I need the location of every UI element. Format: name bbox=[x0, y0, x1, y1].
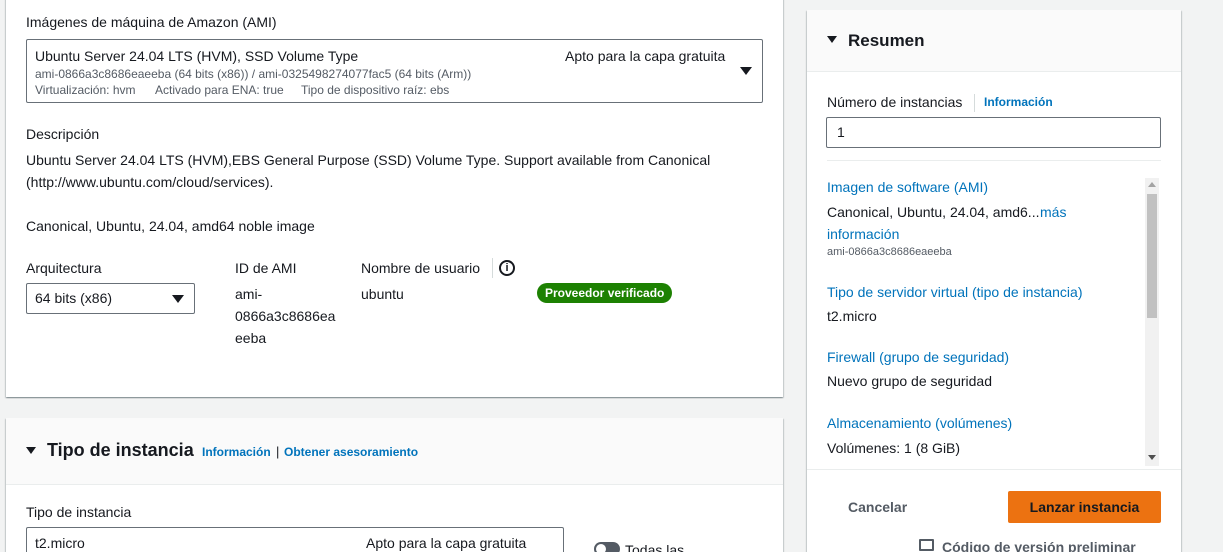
info-icon[interactable]: i bbox=[499, 260, 515, 276]
summary-panel: Resumen Número de instancias Información… bbox=[807, 10, 1181, 552]
software-image-value: Canonical, Ubuntu, 24.04, amd6... bbox=[827, 204, 1040, 220]
toggle-label: Todas las bbox=[625, 542, 685, 552]
toggle-knob bbox=[596, 544, 606, 552]
instance-type-header: Tipo de instancia Información | Obtener … bbox=[6, 418, 783, 485]
instance-type-title: Tipo de instancia bbox=[47, 440, 194, 460]
instance-type-field-label: Tipo de instancia bbox=[26, 504, 132, 520]
software-image-id: ami-0866a3c8686eaeeba bbox=[827, 246, 952, 258]
link-separator: | bbox=[276, 444, 280, 459]
description-line-1: Ubuntu Server 24.04 LTS (HVM),EBS Genera… bbox=[26, 152, 711, 168]
all-generations-toggle[interactable] bbox=[594, 542, 620, 552]
more-info-link-continued[interactable]: información bbox=[827, 226, 899, 242]
ami-id-line-1: ami- bbox=[235, 286, 263, 302]
ami-ids-line: ami-0866a3c8686eaeeba (64 bits (x86)) / … bbox=[35, 67, 472, 81]
summary-title: Resumen bbox=[848, 31, 925, 50]
ami-root-device: Tipo de dispositivo raíz: ebs bbox=[301, 83, 450, 97]
scrollbar-thumb[interactable] bbox=[1147, 194, 1157, 318]
instances-count-label: Número de instancias bbox=[827, 94, 963, 110]
instance-type-select[interactable]: t2.micro Apto para la capa gratuita bbox=[26, 527, 564, 552]
ami-id-label: ID de AMI bbox=[235, 260, 297, 276]
architecture-label: Arquitectura bbox=[26, 260, 102, 276]
more-info-link[interactable]: más bbox=[1040, 204, 1066, 220]
divider bbox=[807, 469, 1181, 470]
instance-type-panel: Tipo de instancia Información | Obtener … bbox=[6, 418, 783, 552]
storage-value: Volúmenes: 1 (8 GiB) bbox=[827, 440, 961, 456]
scroll-up-icon[interactable] bbox=[1148, 182, 1156, 187]
ami-id-line-2: 0866a3c8686ea bbox=[235, 308, 336, 324]
instances-count-input[interactable]: 1 bbox=[826, 117, 1161, 148]
verified-badge: Proveedor verificado bbox=[537, 283, 673, 303]
server-type-value: t2.micro bbox=[827, 308, 877, 324]
description-line-2: (http://www.ubuntu.com/cloud/services). bbox=[26, 174, 274, 190]
summary-scroll-area: Imagen de software (AMI) Canonical, Ubun… bbox=[807, 175, 1161, 467]
launch-instance-button[interactable]: Lanzar instancia bbox=[1008, 491, 1161, 523]
ami-heading: Imágenes de máquina de Amazon (AMI) bbox=[26, 14, 277, 30]
get-advice-link[interactable]: Obtener asesoramiento bbox=[284, 445, 418, 459]
summary-scrollbar[interactable] bbox=[1145, 178, 1159, 466]
architecture-select[interactable]: 64 bits (x86) bbox=[26, 283, 195, 314]
divider bbox=[974, 94, 975, 112]
firewall-value: Nuevo grupo de seguridad bbox=[827, 373, 993, 389]
ami-free-tier-label: Apto para la capa gratuita bbox=[565, 48, 726, 64]
instance-type-value: t2.micro bbox=[35, 535, 85, 551]
architecture-value: 64 bits (x86) bbox=[35, 290, 113, 306]
divider bbox=[827, 160, 1161, 161]
ami-panel: Imágenes de máquina de Amazon (AMI) Ubun… bbox=[6, 0, 783, 397]
instances-count-value: 1 bbox=[837, 124, 845, 140]
ami-virtualization: Virtualización: hvm bbox=[35, 83, 136, 97]
preview-code-icon bbox=[919, 539, 934, 551]
description-heading: Descripción bbox=[26, 126, 100, 142]
summary-header: Resumen bbox=[807, 10, 1181, 72]
instance-type-info-link[interactable]: Información bbox=[202, 445, 271, 459]
chevron-down-icon bbox=[172, 295, 184, 303]
storage-link[interactable]: Almacenamiento (volúmenes) bbox=[827, 415, 1012, 431]
ami-id-line-3: eeba bbox=[235, 330, 267, 346]
ami-selected-name: Ubuntu Server 24.04 LTS (HVM), SSD Volum… bbox=[35, 48, 359, 64]
caret-down-icon[interactable] bbox=[827, 36, 837, 43]
cancel-button[interactable]: Cancelar bbox=[848, 499, 907, 515]
firewall-link[interactable]: Firewall (grupo de seguridad) bbox=[827, 349, 1009, 365]
description-line-3: Canonical, Ubuntu, 24.04, amd64 noble im… bbox=[26, 218, 315, 234]
username-label: Nombre de usuario bbox=[361, 260, 481, 276]
instances-info-link[interactable]: Información bbox=[984, 95, 1053, 109]
ami-select[interactable]: Ubuntu Server 24.04 LTS (HVM), SSD Volum… bbox=[26, 39, 763, 103]
preview-code-link[interactable]: Código de versión preliminar bbox=[942, 539, 1136, 552]
software-image-link[interactable]: Imagen de software (AMI) bbox=[827, 179, 988, 195]
scroll-down-icon[interactable] bbox=[1148, 455, 1156, 460]
caret-down-icon[interactable] bbox=[26, 447, 36, 454]
username-value: ubuntu bbox=[361, 286, 404, 302]
ami-ena: Activado para ENA: true bbox=[155, 83, 284, 97]
server-type-link[interactable]: Tipo de servidor virtual (tipo de instan… bbox=[827, 284, 1083, 300]
chevron-down-icon bbox=[740, 67, 752, 75]
instance-type-free-tier: Apto para la capa gratuita bbox=[366, 535, 527, 551]
divider bbox=[492, 258, 493, 278]
